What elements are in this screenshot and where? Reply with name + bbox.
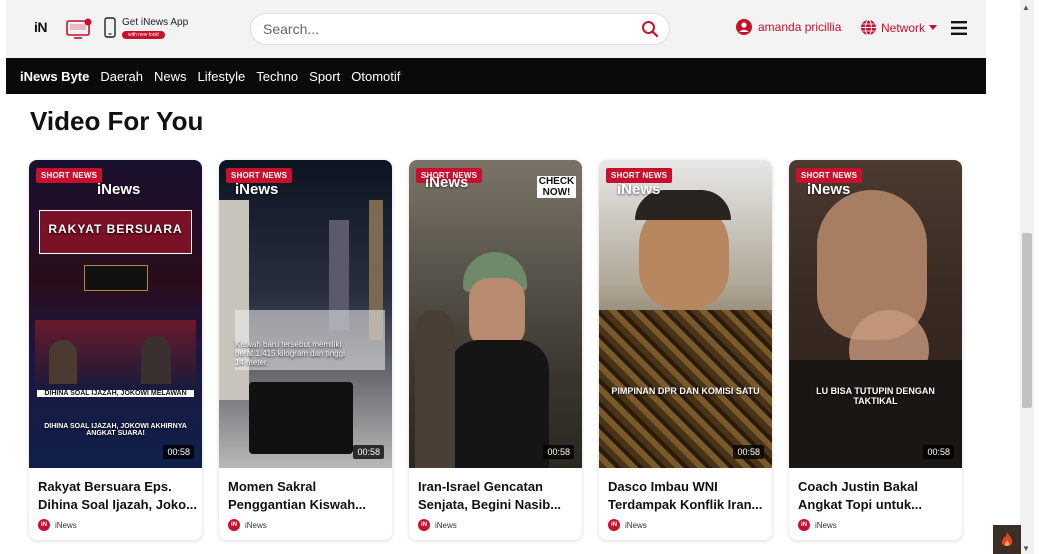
source-name: iNews (55, 520, 77, 530)
video-duration: 00:58 (353, 445, 384, 459)
source-logo-icon: iN (608, 519, 620, 531)
video-title[interactable]: Coach Justin Bakal Angkat Topi untuk... (798, 478, 958, 514)
video-source: iN iNews (608, 519, 647, 531)
scrollbar-thumb[interactable] (1022, 233, 1032, 408)
video-card[interactable]: SHORT NEWS iNews CHECK NOW! 00:58 Iran-I… (409, 160, 582, 540)
inews-watermark: iNews (425, 174, 469, 191)
video-title-line: Iran-Israel Gencatan (418, 479, 543, 494)
category-nav: iNews Byte Daerah News Lifestyle Techno … (6, 58, 986, 94)
video-title[interactable]: Iran-Israel Gencatan Senjata, Begini Nas… (418, 478, 578, 514)
source-logo-icon: iN (798, 519, 810, 531)
source-name: iNews (435, 520, 457, 530)
nav-item-inews-byte[interactable]: iNews Byte (20, 69, 89, 84)
scroll-up-arrow-icon[interactable]: ▲ (1022, 3, 1030, 12)
nav-item-otomotif[interactable]: Otomotif (351, 69, 400, 84)
video-title-line: Senjata, Begini Nasib... (418, 497, 562, 512)
video-duration: 00:58 (733, 445, 764, 459)
video-title[interactable]: Rakyat Bersuara Eps. Dihina Soal Ijazah,… (38, 478, 198, 514)
source-logo-icon: iN (228, 519, 240, 531)
user-avatar-icon (736, 19, 752, 35)
video-card[interactable]: SHORT NEWS iNews LU BISA TUTUPIN DENGAN … (789, 160, 962, 540)
trending-button[interactable] (993, 525, 1021, 554)
video-caption: PIMPINAN DPR DAN KOMISI SATU (611, 386, 760, 396)
nav-item-techno[interactable]: Techno (256, 69, 298, 84)
video-source: iN iNews (38, 519, 77, 531)
video-title-line: Coach Justin Bakal (798, 479, 918, 494)
video-title-line: Dihina Soal Ijazah, Joko... (38, 497, 197, 512)
user-account[interactable]: amanda pricillia (736, 19, 841, 35)
fire-icon (1001, 531, 1013, 546)
get-app-link[interactable]: Get iNews App (122, 17, 188, 28)
source-name: iNews (245, 520, 267, 530)
video-caption: Kiswah baru tersebut memiliki berat 1.41… (235, 340, 345, 367)
source-name: iNews (815, 520, 837, 530)
inews-watermark: iNews (97, 181, 141, 198)
nav-item-sport[interactable]: Sport (309, 69, 340, 84)
top-header: iN Get iNews App with new look! Search..… (6, 0, 986, 58)
video-thumbnail[interactable]: SHORT NEWS iNews Kiswah baru tersebut me… (219, 160, 392, 468)
search-icon[interactable] (641, 20, 659, 38)
video-source: iN iNews (228, 519, 267, 531)
video-thumbnail[interactable]: SHORT NEWS iNews CHECK NOW! 00:58 (409, 160, 582, 468)
network-dropdown[interactable]: Network (860, 19, 938, 36)
video-thumbnail[interactable]: SHORT NEWS iNews LU BISA TUTUPIN DENGAN … (789, 160, 962, 468)
video-card[interactable]: SHORT NEWS iNews Kiswah baru tersebut me… (219, 160, 392, 540)
video-caption: RAKYAT BERSUARA (48, 222, 183, 236)
video-thumbnail[interactable]: SHORT NEWS iNews PIMPINAN DPR DAN KOMISI… (599, 160, 772, 468)
page: iN Get iNews App with new look! Search..… (0, 0, 1042, 554)
video-duration: 00:58 (163, 445, 194, 459)
video-card-list: SHORT NEWS iNews RAKYAT BERSUARA DIHINA … (29, 160, 962, 540)
source-logo-icon: iN (418, 519, 430, 531)
video-title-line: Angkat Topi untuk... (798, 497, 922, 512)
video-caption: CHECK NOW! (537, 176, 576, 198)
video-title-line: Dasco Imbau WNI (608, 479, 718, 494)
network-label: Network (881, 20, 926, 35)
inews-logo[interactable]: iN (34, 19, 48, 35)
video-title-line: Penggantian Kiswah... (228, 497, 366, 512)
user-name: amanda pricillia (758, 20, 842, 34)
globe-icon (861, 19, 876, 36)
inews-watermark: iNews (807, 181, 851, 198)
video-duration: 00:58 (543, 445, 574, 459)
hamburger-menu-icon[interactable] (951, 21, 967, 35)
nav-item-lifestyle[interactable]: Lifestyle (198, 69, 246, 84)
search-input[interactable] (263, 21, 623, 37)
video-title-line: Momen Sakral (228, 479, 317, 494)
video-caption: DIHINA SOAL IJAZAH, JOKOWI MELAWAN (37, 390, 194, 397)
nav-item-news[interactable]: News (154, 69, 187, 84)
scroll-down-arrow-icon[interactable]: ▼ (1022, 544, 1030, 553)
video-caption: DIHINA SOAL IJAZAH, JOKOWI AKHIRNYA ANGK… (44, 423, 187, 437)
caret-down-icon (929, 24, 938, 30)
video-source: iN iNews (418, 519, 457, 531)
video-card[interactable]: SHORT NEWS iNews RAKYAT BERSUARA DIHINA … (29, 160, 202, 540)
video-title-line: Terdampak Konflik Iran... (608, 497, 763, 512)
section-title: Video For You (30, 106, 204, 136)
video-duration: 00:58 (923, 445, 954, 459)
short-news-badge: SHORT NEWS (36, 168, 103, 183)
source-name: iNews (625, 520, 647, 530)
phone-icon[interactable] (104, 17, 116, 38)
video-title-line: Rakyat Bersuara Eps. (38, 479, 172, 494)
inews-watermark: iNews (235, 181, 279, 198)
video-title[interactable]: Dasco Imbau WNI Terdampak Konflik Iran..… (608, 478, 768, 514)
app-new-look-badge: with new look! (122, 31, 166, 39)
video-title[interactable]: Momen Sakral Penggantian Kiswah... (228, 478, 388, 514)
video-caption: LU BISA TUTUPIN DENGAN TAKTIKAL (816, 386, 935, 406)
video-thumbnail[interactable]: SHORT NEWS iNews RAKYAT BERSUARA DIHINA … (29, 160, 202, 468)
video-card[interactable]: SHORT NEWS iNews PIMPINAN DPR DAN KOMISI… (599, 160, 772, 540)
nav-item-daerah[interactable]: Daerah (100, 69, 143, 84)
inews-watermark: iNews (617, 181, 661, 198)
search-bar (250, 13, 670, 45)
source-logo-icon: iN (38, 519, 50, 531)
tv-icon[interactable] (66, 18, 92, 39)
video-source: iN iNews (798, 519, 837, 531)
